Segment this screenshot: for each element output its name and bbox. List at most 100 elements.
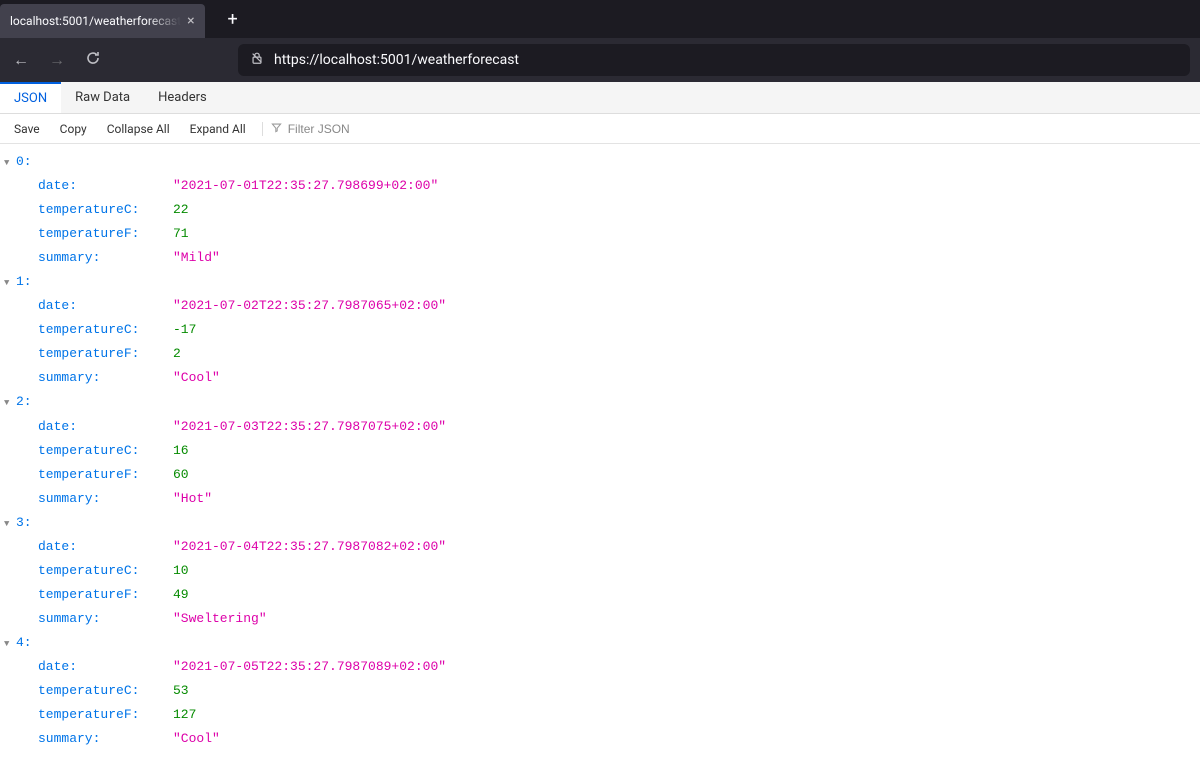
json-value: 16: [173, 439, 189, 463]
filter-input[interactable]: [288, 122, 438, 136]
json-key: temperatureC:: [38, 679, 173, 703]
json-index: 0:: [16, 150, 32, 174]
json-value: "2021-07-01T22:35:27.798699+02:00": [173, 174, 438, 198]
json-key: temperatureF:: [38, 342, 173, 366]
action-bar: Save Copy Collapse All Expand All: [0, 114, 1200, 144]
chevron-down-icon[interactable]: ▼: [4, 516, 16, 533]
json-prop-date[interactable]: date:"2021-07-04T22:35:27.7987082+02:00": [4, 535, 1196, 559]
copy-button[interactable]: Copy: [52, 119, 95, 139]
json-value: "Sweltering": [173, 607, 267, 631]
back-icon[interactable]: ←: [10, 50, 32, 70]
json-tree: ▼0:date:"2021-07-01T22:35:27.798699+02:0…: [0, 144, 1200, 757]
json-value: -17: [173, 318, 196, 342]
json-value: 71: [173, 222, 189, 246]
json-key: temperatureC:: [38, 318, 173, 342]
browser-tab[interactable]: localhost:5001/weatherforecast ×: [0, 4, 205, 38]
filter-icon: [271, 122, 282, 136]
json-key: date:: [38, 415, 173, 439]
json-prop-temperatureF[interactable]: temperatureF:127: [4, 703, 1196, 727]
json-key: temperatureF:: [38, 583, 173, 607]
json-array-item[interactable]: ▼1:: [4, 270, 1196, 294]
close-icon[interactable]: ×: [187, 13, 194, 29]
tab-title: localhost:5001/weatherforecast: [10, 14, 181, 28]
save-button[interactable]: Save: [6, 119, 48, 139]
json-prop-summary[interactable]: summary:"Cool": [4, 727, 1196, 751]
json-value: 2: [173, 342, 181, 366]
json-value: "Hot": [173, 487, 212, 511]
json-prop-temperatureC[interactable]: temperatureC:53: [4, 679, 1196, 703]
json-prop-date[interactable]: date:"2021-07-03T22:35:27.7987075+02:00": [4, 415, 1196, 439]
json-value: 60: [173, 463, 189, 487]
chevron-down-icon[interactable]: ▼: [4, 275, 16, 292]
json-prop-temperatureC[interactable]: temperatureC:22: [4, 198, 1196, 222]
json-key: temperatureF:: [38, 703, 173, 727]
reload-icon[interactable]: [82, 50, 104, 70]
json-key: date:: [38, 294, 173, 318]
new-tab-button[interactable]: +: [219, 9, 247, 30]
tab-headers[interactable]: Headers: [144, 82, 221, 113]
json-prop-temperatureC[interactable]: temperatureC:16: [4, 439, 1196, 463]
json-prop-temperatureF[interactable]: temperatureF:71: [4, 222, 1196, 246]
json-value: "2021-07-04T22:35:27.7987082+02:00": [173, 535, 446, 559]
json-index: 3:: [16, 511, 32, 535]
nav-toolbar: ← → https://localhost:5001/weatherforeca…: [0, 38, 1200, 82]
json-prop-date[interactable]: date:"2021-07-05T22:35:27.7987089+02:00": [4, 655, 1196, 679]
json-array-item[interactable]: ▼2:: [4, 390, 1196, 414]
json-prop-summary[interactable]: summary:"Hot": [4, 487, 1196, 511]
json-prop-summary[interactable]: summary:"Cool": [4, 366, 1196, 390]
json-prop-summary[interactable]: summary:"Mild": [4, 246, 1196, 270]
collapse-all-button[interactable]: Collapse All: [99, 119, 178, 139]
json-key: temperatureC:: [38, 439, 173, 463]
json-value: 10: [173, 559, 189, 583]
json-key: summary:: [38, 246, 173, 270]
json-array-item[interactable]: ▼3:: [4, 511, 1196, 535]
browser-chrome: localhost:5001/weatherforecast × + ← → h…: [0, 0, 1200, 82]
json-index: 2:: [16, 390, 32, 414]
json-array-item[interactable]: ▼4:: [4, 631, 1196, 655]
json-key: summary:: [38, 487, 173, 511]
json-value: 53: [173, 679, 189, 703]
chevron-down-icon[interactable]: ▼: [4, 155, 16, 172]
json-value: "Mild": [173, 246, 220, 270]
json-array-item[interactable]: ▼0:: [4, 150, 1196, 174]
json-value: "Cool": [173, 366, 220, 390]
json-key: date:: [38, 655, 173, 679]
json-value: "Cool": [173, 727, 220, 751]
json-key: date:: [38, 535, 173, 559]
json-prop-temperatureF[interactable]: temperatureF:60: [4, 463, 1196, 487]
expand-all-button[interactable]: Expand All: [182, 119, 254, 139]
chevron-down-icon[interactable]: ▼: [4, 395, 16, 412]
forward-icon[interactable]: →: [46, 50, 68, 70]
json-key: temperatureF:: [38, 222, 173, 246]
json-key: temperatureF:: [38, 463, 173, 487]
json-value: 49: [173, 583, 189, 607]
json-value: "2021-07-03T22:35:27.7987075+02:00": [173, 415, 446, 439]
tab-raw-data[interactable]: Raw Data: [61, 82, 144, 113]
url-text: https://localhost:5001/weatherforecast: [274, 52, 519, 68]
json-value: "2021-07-05T22:35:27.7987089+02:00": [173, 655, 446, 679]
json-value: "2021-07-02T22:35:27.7987065+02:00": [173, 294, 446, 318]
json-key: summary:: [38, 366, 173, 390]
json-index: 4:: [16, 631, 32, 655]
json-key: summary:: [38, 607, 173, 631]
json-prop-temperatureF[interactable]: temperatureF:49: [4, 583, 1196, 607]
json-key: temperatureC:: [38, 198, 173, 222]
view-tabs: JSON Raw Data Headers: [0, 82, 1200, 114]
json-prop-date[interactable]: date:"2021-07-01T22:35:27.798699+02:00": [4, 174, 1196, 198]
json-index: 1:: [16, 270, 32, 294]
json-prop-summary[interactable]: summary:"Sweltering": [4, 607, 1196, 631]
json-prop-temperatureC[interactable]: temperatureC:10: [4, 559, 1196, 583]
filter-wrap: [262, 122, 438, 136]
chevron-down-icon[interactable]: ▼: [4, 636, 16, 653]
json-value: 127: [173, 703, 196, 727]
json-key: summary:: [38, 727, 173, 751]
tab-strip: localhost:5001/weatherforecast × +: [0, 0, 1200, 38]
lock-icon: [250, 51, 264, 69]
json-prop-date[interactable]: date:"2021-07-02T22:35:27.7987065+02:00": [4, 294, 1196, 318]
json-key: temperatureC:: [38, 559, 173, 583]
json-prop-temperatureF[interactable]: temperatureF:2: [4, 342, 1196, 366]
tab-json[interactable]: JSON: [0, 82, 61, 113]
json-prop-temperatureC[interactable]: temperatureC:-17: [4, 318, 1196, 342]
json-key: date:: [38, 174, 173, 198]
url-bar[interactable]: https://localhost:5001/weatherforecast: [238, 44, 1190, 76]
